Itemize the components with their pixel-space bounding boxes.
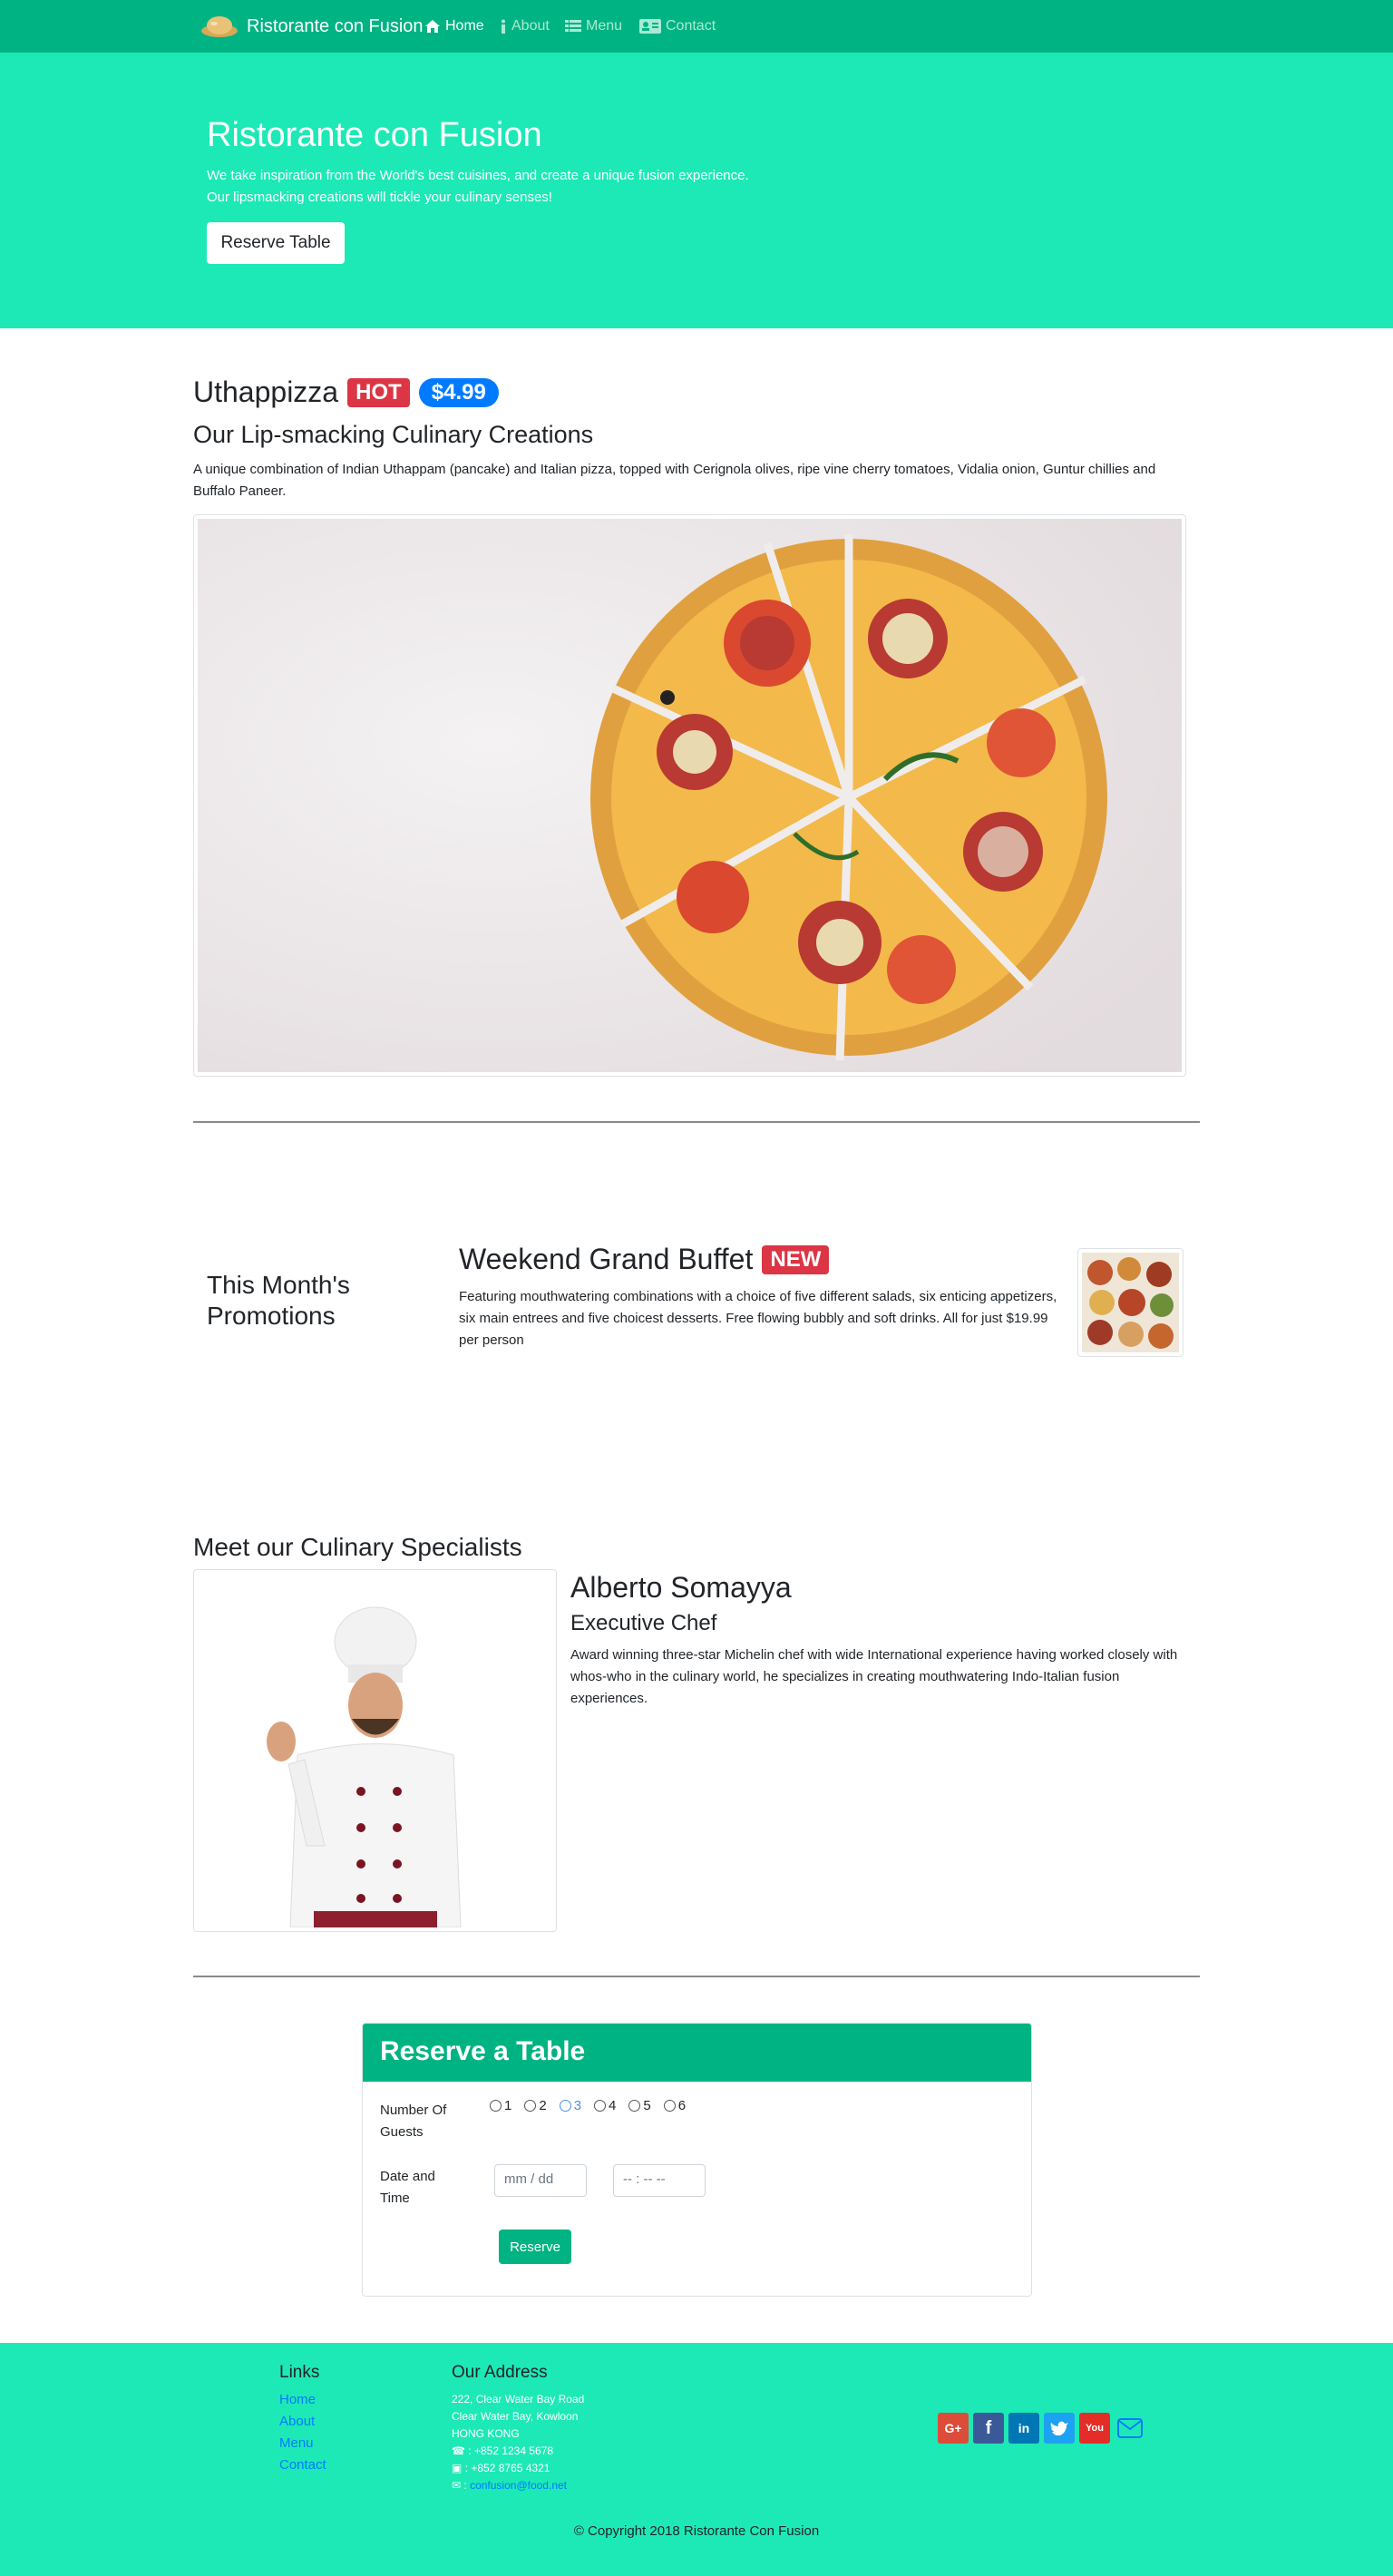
phone-icon: ☎: [452, 2444, 465, 2457]
nav-home[interactable]: Home: [424, 18, 484, 34]
email-link[interactable]: confusion@food.net: [470, 2479, 567, 2492]
phone-row: ☎ : +852 1234 5678: [452, 2443, 584, 2460]
footer-link-home[interactable]: Home: [279, 2392, 316, 2407]
radio-button[interactable]: [559, 2100, 571, 2112]
chef-section-heading: Meet our Culinary Specialists: [193, 1533, 522, 1561]
chef-photo: [198, 1574, 552, 1927]
linkedin-icon[interactable]: in: [1008, 2413, 1039, 2444]
buffet-image: [1077, 1248, 1184, 1357]
price-badge: $4.99: [418, 377, 499, 407]
jumbotron-title: Ristorante con Fusion: [207, 116, 542, 154]
nav-contact-label: Contact: [666, 18, 716, 34]
reserve-header: Reserve a Table: [363, 2024, 1031, 2082]
footer-address: 222, Clear Water Bay Road Clear Water Ba…: [452, 2391, 584, 2494]
address-line-3: HONG KONG: [452, 2427, 520, 2440]
reserve-submit-button[interactable]: Reserve: [499, 2230, 571, 2264]
list-icon: [565, 20, 581, 32]
divider-2: [193, 1976, 1200, 1977]
footer-link-about[interactable]: About: [279, 2414, 315, 2429]
radio-button[interactable]: [490, 2100, 502, 2112]
divider-1: [193, 1121, 1200, 1123]
time-input[interactable]: -- : -- --: [613, 2164, 706, 2197]
jumbotron-line-1: We take inspiration from the World's bes…: [207, 168, 749, 183]
dish-subtitle: Our Lip-smacking Culinary Creations: [193, 421, 594, 448]
nav-home-label: Home: [445, 18, 484, 34]
phone-number: : +852 1234 5678: [468, 2444, 554, 2457]
footer-link-menu[interactable]: Menu: [279, 2435, 314, 2451]
twitter-icon[interactable]: [1044, 2413, 1075, 2444]
chef-description: Award winning three-star Michelin chef w…: [570, 1647, 1178, 1706]
radio-button[interactable]: [663, 2100, 676, 2112]
address-line-2: Clear Water Bay, Kowloon: [452, 2410, 579, 2423]
promotion-title: Weekend Grand Buffet NEW: [459, 1243, 830, 1276]
fax-row: ▣ : +852 8765 4321: [452, 2460, 584, 2477]
dish-description: A unique combination of Indian Uthappam …: [193, 462, 1156, 499]
guests-option-2[interactable]: 2: [524, 2098, 547, 2113]
reserve-table-button[interactable]: Reserve Table: [207, 222, 345, 264]
new-badge: NEW: [762, 1244, 830, 1274]
radio-button[interactable]: [594, 2100, 607, 2112]
nav-about[interactable]: About: [500, 18, 550, 34]
jumbotron: Ristorante con Fusion We take inspiratio…: [0, 53, 1393, 328]
footer: [0, 2343, 1393, 2576]
guests-option-5[interactable]: 5: [628, 2098, 651, 2113]
youtube-icon[interactable]: You: [1079, 2413, 1110, 2444]
fax-icon: ▣: [452, 2462, 463, 2474]
guests-option-6[interactable]: 6: [663, 2098, 686, 2113]
pizza-image: [198, 519, 1182, 1072]
home-icon: [425, 20, 440, 33]
footer-address-heading: Our Address: [452, 2363, 548, 2382]
navbar: Ristorante con Fusion Home About Menu Co…: [0, 0, 1393, 53]
reserve-title: Reserve a Table: [380, 2036, 586, 2066]
brand-name: Ristorante con Fusion: [247, 15, 424, 36]
guests-option-1[interactable]: 1: [490, 2098, 511, 2113]
facebook-icon[interactable]: f: [973, 2413, 1004, 2444]
guests-radio-group: 1 2 3 4 5 6: [490, 2098, 686, 2113]
social-links: G+ f in You: [938, 2413, 1145, 2444]
guests-option-4[interactable]: 4: [594, 2098, 616, 2113]
chef-name: Alberto Somayya: [570, 1571, 792, 1604]
dish-title: Uthappizza HOT $4.99: [193, 376, 499, 409]
guests-label: Number Of Guests: [380, 2103, 447, 2140]
buffet-photo: [1082, 1253, 1179, 1352]
google-plus-icon[interactable]: G+: [938, 2413, 969, 2444]
nav-menu-label: Menu: [586, 18, 623, 34]
jumbotron-line-2: Our lipsmacking creations will tickle yo…: [207, 190, 552, 205]
datetime-label: Date and Time: [380, 2169, 435, 2206]
date-input[interactable]: mm / dd: [494, 2164, 587, 2197]
address-card-icon: [639, 19, 661, 34]
radio-button[interactable]: [628, 2100, 641, 2112]
nav-menu[interactable]: Menu: [565, 18, 622, 34]
promotions-heading: This Month's Promotions: [207, 1271, 350, 1330]
address-line-1: 222, Clear Water Bay Road: [452, 2393, 585, 2405]
reserve-card: Reserve a Table Number Of Guests 1 2 3 4…: [362, 2023, 1032, 2297]
radio-button[interactable]: [524, 2100, 537, 2112]
nav-contact[interactable]: Contact: [639, 18, 716, 34]
copyright: © Copyright 2018 Ristorante Con Fusion: [573, 2523, 820, 2539]
info-icon: [502, 19, 505, 34]
fax-number: : +852 8765 4321: [464, 2462, 550, 2474]
logo-icon: [201, 16, 238, 37]
hot-badge: HOT: [347, 377, 410, 407]
guests-option-3[interactable]: 3: [559, 2098, 581, 2113]
promotion-name: Weekend Grand Buffet: [459, 1243, 754, 1275]
dish-image: [193, 514, 1186, 1077]
nav-about-label: About: [511, 18, 550, 34]
dish-name: Uthappizza: [193, 376, 339, 408]
chef-image: [193, 1569, 557, 1932]
chef-role: Executive Chef: [570, 1611, 717, 1635]
mail-icon[interactable]: [1115, 2413, 1145, 2444]
promotion-description: Featuring mouthwatering combinations wit…: [459, 1289, 1057, 1348]
footer-links-heading: Links: [279, 2363, 320, 2382]
envelope-icon: ✉: [452, 2479, 462, 2492]
jumbotron-text: We take inspiration from the World's bes…: [207, 165, 749, 209]
email-row: ✉ : confusion@food.net: [452, 2479, 567, 2492]
navbar-brand[interactable]: Ristorante con Fusion: [200, 13, 424, 40]
footer-link-contact[interactable]: Contact: [279, 2457, 326, 2473]
